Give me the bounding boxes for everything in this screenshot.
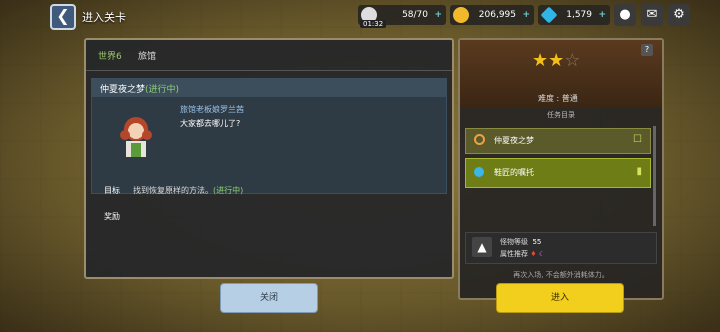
difficulty-label: 难度 : 普通: [538, 94, 578, 103]
task-section-title: 任务目录: [547, 111, 575, 119]
fire-icon: ♦: [530, 250, 537, 258]
monster-info: ▲ 怪物等级 55 属性推荐 ♦ ☾: [465, 232, 657, 264]
quest-title-bar: 仲夏夜之梦(进行中): [92, 79, 446, 97]
npc-dialogue: 大家都去哪儿了?: [180, 119, 241, 128]
task-name: 仲夏夜之梦: [494, 136, 534, 145]
chat-icon: ●: [619, 7, 631, 22]
add-stamina-icon[interactable]: +: [434, 5, 442, 25]
task-scrollbar[interactable]: [653, 126, 656, 226]
goal-status: (进行中): [213, 186, 244, 195]
task-item[interactable]: 仲夏夜之梦 ☐: [465, 128, 651, 154]
star-filled-icon: ★: [532, 50, 549, 71]
task-name: 鞋匠的嘱托: [494, 168, 534, 177]
settings-button[interactable]: ⚙: [668, 4, 690, 26]
gem-icon: [540, 6, 558, 24]
stamina-timer: 01:32: [360, 20, 387, 28]
monster-level: 怪物等级 55: [500, 238, 542, 246]
stamina-value: 58/70: [402, 10, 428, 20]
npc-portrait: [116, 113, 156, 161]
add-gem-icon[interactable]: +: [598, 5, 606, 25]
panel-header: 世界6 旅馆: [86, 40, 452, 71]
bookmark-icon: ☐: [633, 134, 642, 145]
blue-circle-icon: [474, 167, 484, 177]
enter-button[interactable]: 进入: [496, 283, 624, 313]
gold-counter[interactable]: 206,995 +: [450, 5, 534, 25]
dark-icon: ☾: [538, 250, 546, 258]
star-empty-icon: ☆: [564, 50, 581, 71]
chat-button[interactable]: ●: [614, 4, 636, 26]
quest-card: 仲夏夜之梦(进行中) 旅馆老板娘罗兰茜 大家都去哪儿了?: [91, 78, 447, 194]
gem-counter[interactable]: 1,579 +: [538, 5, 610, 25]
star-filled-icon: ★: [548, 50, 565, 71]
npc-name: 旅馆老板娘罗兰茜: [180, 105, 244, 114]
quest-status: (进行中): [145, 85, 180, 95]
difficulty-stars: ★★☆: [532, 50, 580, 71]
quest-title: 仲夏夜之梦(进行中): [100, 85, 180, 95]
goal-label: 目标: [104, 186, 120, 195]
gem-value: 1,579: [566, 10, 592, 20]
chart-icon: ▲: [472, 237, 492, 257]
stage-detail-panel: ★★☆ ? 难度 : 普通 任务目录 仲夏夜之梦 ☐ 鞋匠的嘱托 ▮ ▲ 怪物等…: [458, 38, 664, 300]
reward-label: 奖励: [104, 212, 120, 221]
task-item-selected[interactable]: 鞋匠的嘱托 ▮: [465, 158, 651, 188]
back-arrow-icon: ❮: [56, 6, 70, 25]
gold-value: 206,995: [478, 10, 516, 20]
help-button[interactable]: ?: [641, 44, 653, 56]
stage-info-panel: 世界6 旅馆 仲夏夜之梦(进行中) 旅馆老板娘罗兰茜 大家都去哪儿了? 目标 找…: [84, 38, 454, 279]
attribute-recommend: 属性推荐 ♦ ☾: [500, 250, 546, 258]
orange-ring-icon: [474, 134, 485, 145]
page-title: 进入关卡: [82, 11, 126, 24]
add-gold-icon[interactable]: +: [522, 5, 530, 25]
reentry-note: 再次入场, 不会额外消耗体力。: [513, 271, 609, 279]
goal-text: 找到恢复原样的方法。(进行中): [133, 186, 244, 195]
stage-banner: ★★☆ ? 难度 : 普通: [460, 40, 662, 108]
bookmark-icon: ▮: [636, 166, 642, 177]
gold-coin-icon: [453, 7, 469, 23]
mail-button[interactable]: ✉: [641, 4, 663, 26]
mail-icon: ✉: [646, 7, 658, 22]
back-button[interactable]: ❮: [50, 4, 76, 30]
location-label: 旅馆: [138, 52, 157, 62]
close-button[interactable]: 关闭: [220, 283, 318, 313]
settings-gear-icon: ⚙: [673, 7, 685, 22]
world-label: 世界6: [98, 52, 122, 62]
